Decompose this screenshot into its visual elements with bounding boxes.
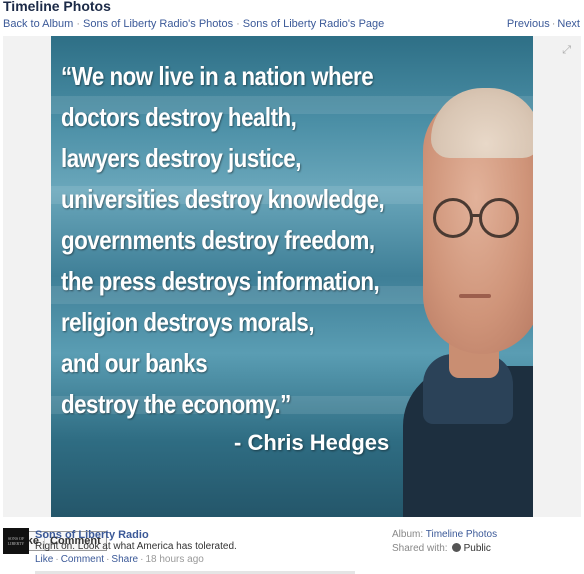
avatar[interactable]: SONS OF LIBERTY: [3, 528, 29, 554]
quote-line: lawyers destroy justice,: [61, 143, 301, 173]
quote-author: - Chris Hedges: [234, 430, 390, 455]
quote-text: “We now live in a nation where doctors d…: [61, 56, 385, 425]
portrait-glasses-left: [433, 198, 473, 238]
sons-page-link[interactable]: Sons of Liberty Radio's Page: [243, 18, 385, 30]
post-actions: Like · Comment · Share · 18 hours ago: [35, 554, 204, 565]
separator: ·: [236, 18, 240, 30]
timestamp[interactable]: 18 hours ago: [145, 554, 203, 565]
photo[interactable]: “We now live in a nation where doctors d…: [51, 36, 533, 517]
avatar-text: SONS OF LIBERTY: [7, 536, 25, 546]
quote-line: and our banks: [61, 348, 208, 378]
quote-line: the press destroys information,: [61, 266, 380, 296]
quote-line: destroy the economy.”: [61, 389, 291, 419]
previous-link[interactable]: Previous: [507, 18, 550, 30]
quote-line: governments destroy freedom,: [61, 225, 375, 255]
quote-line: “We now live in a nation where: [61, 61, 374, 91]
portrait-glasses-bridge: [470, 214, 482, 217]
quote-line: doctors destroy health,: [61, 102, 297, 132]
back-to-album-link[interactable]: Back to Album: [3, 18, 73, 30]
separator: ·: [140, 554, 144, 565]
separator: ·: [551, 18, 556, 30]
post-message: Right on. Look at what America has toler…: [35, 541, 237, 552]
photo-pager: Previous · Next: [507, 18, 580, 30]
expand-icon[interactable]: ⤢: [562, 44, 571, 57]
globe-icon: [451, 543, 461, 552]
quote-line: religion destroys morals,: [61, 307, 315, 337]
quote-line: universities destroy knowledge,: [61, 184, 385, 214]
poster-name[interactable]: Sons of Liberty Radio: [35, 529, 149, 541]
shared-label: Shared with:: [392, 543, 448, 554]
photo-stage: ⤢ “We now live in a nation where doctors…: [3, 36, 581, 551]
portrait-mouth: [459, 294, 491, 298]
album-info: Album: Timeline Photos: [392, 529, 497, 540]
shared-with-info: Shared with: Public: [392, 543, 491, 554]
comment-link[interactable]: Comment: [61, 554, 104, 565]
like-link[interactable]: Like: [35, 554, 53, 565]
share-link[interactable]: Share: [111, 554, 138, 565]
page-title: Timeline Photos: [3, 0, 111, 14]
separator: ·: [106, 554, 110, 565]
breadcrumb: Back to Album · Sons of Liberty Radio's Ph…: [3, 18, 384, 30]
separator: ·: [76, 18, 80, 30]
next-link[interactable]: Next: [557, 18, 580, 30]
separator: ·: [55, 554, 59, 565]
sons-photos-link[interactable]: Sons of Liberty Radio's Photos: [83, 18, 233, 30]
album-link[interactable]: Timeline Photos: [426, 529, 497, 540]
privacy-value[interactable]: Public: [464, 543, 491, 554]
album-label: Album:: [392, 529, 424, 540]
portrait-glasses-right: [479, 198, 519, 238]
